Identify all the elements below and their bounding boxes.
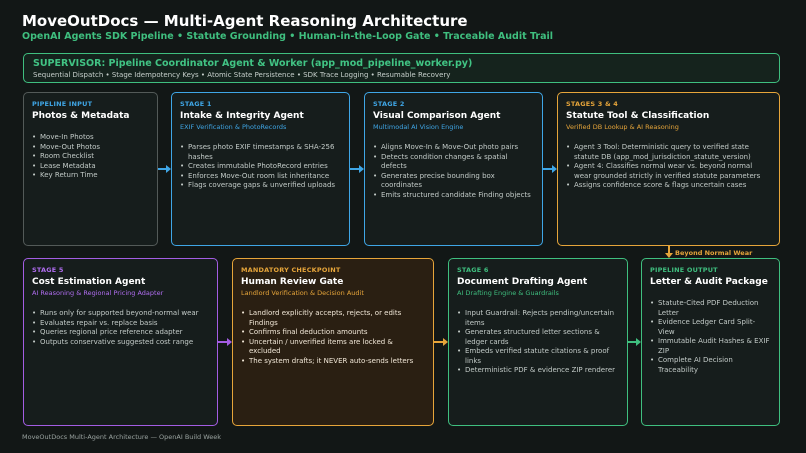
box-item: Runs only for supported beyond-normal we… xyxy=(32,309,209,319)
stage34-statute-box: STAGES 3 & 4 Statute Tool & Classificati… xyxy=(557,92,780,246)
supervisor-panel: SUPERVISOR: Pipeline Coordinator Agent &… xyxy=(23,53,780,83)
arrow-review-to-stage6 xyxy=(434,338,448,346)
box-stage-label: STAGE 6 xyxy=(457,266,489,274)
box-item: Move-Out Photos xyxy=(32,143,149,153)
arrow-stage5-to-review xyxy=(218,338,232,346)
box-item: Landlord explicitly accepts, rejects, or… xyxy=(241,309,425,328)
footer-caption: MoveOutDocs Multi-Agent Architecture — O… xyxy=(22,433,222,441)
box-item: Outputs conservative suggested cost rang… xyxy=(32,338,209,348)
box-item-list: Move-In PhotosMove-Out PhotosRoom Checkl… xyxy=(32,133,149,181)
box-item: Creates immutable PhotoRecord entries xyxy=(180,162,341,172)
box-stage-label: PIPELINE INPUT xyxy=(32,100,93,108)
box-title: Intake & Integrity Agent xyxy=(180,111,304,121)
box-title: Human Review Gate xyxy=(241,277,344,287)
box-item: Statute-Cited PDF Deduction Letter xyxy=(650,299,771,318)
box-item: Room Checklist xyxy=(32,152,149,162)
box-subtitle: EXIF Verification & PhotoRecords xyxy=(180,123,287,131)
stage6-drafting-box: STAGE 6 Document Drafting Agent AI Draft… xyxy=(448,258,628,426)
box-subtitle: Landlord Verification & Decision Audit xyxy=(241,289,364,297)
box-item-list: Aligns Move-In & Move-Out photo pairsDet… xyxy=(373,143,534,200)
box-item: Generates precise bounding box coordinat… xyxy=(373,172,534,191)
arrow-stage2-to-stage34 xyxy=(543,165,557,173)
arrow-stage34-to-output-row xyxy=(665,246,673,258)
box-subtitle: Multimodal AI Vision Engine xyxy=(373,123,464,131)
box-item-list: Agent 3 Tool: Deterministic query to ver… xyxy=(566,143,771,191)
box-stage-label: STAGE 2 xyxy=(373,100,405,108)
box-title: Document Drafting Agent xyxy=(457,277,588,287)
box-item: Move-In Photos xyxy=(32,133,149,143)
box-item: Input Guardrail: Rejects pending/uncerta… xyxy=(457,309,619,328)
box-title: Photos & Metadata xyxy=(32,111,130,121)
human-review-gate-box: MANDATORY CHECKPOINT Human Review Gate L… xyxy=(232,258,434,426)
box-item: Evaluates repair vs. replace basis xyxy=(32,319,209,329)
box-item: Enforces Move-Out room list inheritance xyxy=(180,172,341,182)
supervisor-subtitle: Sequential Dispatch • Stage Idempotency … xyxy=(33,71,451,79)
pipeline-output-box: PIPELINE OUTPUT Letter & Audit Package S… xyxy=(641,258,780,426)
box-stage-label: PIPELINE OUTPUT xyxy=(650,266,718,274)
box-item: Agent 4: Classifies normal wear vs. beyo… xyxy=(566,162,771,181)
box-title: Letter & Audit Package xyxy=(650,277,768,287)
box-item-list: Landlord explicitly accepts, rejects, or… xyxy=(241,309,425,366)
box-stage-label: STAGE 1 xyxy=(180,100,212,108)
box-item: Flags coverage gaps & unverified uploads xyxy=(180,181,341,191)
box-title: Statute Tool & Classification xyxy=(566,111,710,121)
arrow-input-to-stage1 xyxy=(158,165,171,173)
box-item: Evidence Ledger Card Split-View xyxy=(650,318,771,337)
box-item-list: Runs only for supported beyond-normal we… xyxy=(32,309,209,347)
box-stage-label: STAGE 5 xyxy=(32,266,64,274)
connector-label: Beyond Normal Wear xyxy=(675,249,753,257)
box-item: Lease Metadata xyxy=(32,162,149,172)
box-item: Agent 3 Tool: Deterministic query to ver… xyxy=(566,143,771,162)
box-subtitle: AI Reasoning & Regional Pricing Adapter xyxy=(32,289,164,297)
box-item: Queries regional price reference adapter xyxy=(32,328,209,338)
box-item: The system drafts; it NEVER auto-sends l… xyxy=(241,357,425,367)
box-item: Aligns Move-In & Move-Out photo pairs xyxy=(373,143,534,153)
box-item-list: Input Guardrail: Rejects pending/uncerta… xyxy=(457,309,619,376)
box-title: Cost Estimation Agent xyxy=(32,277,146,287)
page-subtitle: OpenAI Agents SDK Pipeline • Statute Gro… xyxy=(22,31,554,42)
box-item: Embeds verified statute citations & proo… xyxy=(457,347,619,366)
box-item: Immutable Audit Hashes & EXIF ZIP xyxy=(650,337,771,356)
box-item-list: Parses photo EXIF timestamps & SHA-256 h… xyxy=(180,143,341,191)
box-item: Generates structured letter sections & l… xyxy=(457,328,619,347)
box-item: Assigns confidence score & flags uncerta… xyxy=(566,181,771,191)
box-stage-label: STAGES 3 & 4 xyxy=(566,100,619,108)
arrow-stage1-to-stage2 xyxy=(350,165,364,173)
box-subtitle: AI Drafting Engine & Guardrails xyxy=(457,289,559,297)
box-item: Detects condition changes & spatial defe… xyxy=(373,153,534,172)
stage2-visual-box: STAGE 2 Visual Comparison Agent Multimod… xyxy=(364,92,543,246)
box-subtitle: Verified DB Lookup & AI Reasoning xyxy=(566,123,679,131)
box-item: Emits structured candidate Finding objec… xyxy=(373,191,534,201)
page-title: MoveOutDocs — Multi-Agent Reasoning Arch… xyxy=(22,12,468,30)
arrow-stage6-to-output xyxy=(628,338,641,346)
stage5-cost-box: STAGE 5 Cost Estimation Agent AI Reasoni… xyxy=(23,258,218,426)
supervisor-title: SUPERVISOR: Pipeline Coordinator Agent &… xyxy=(33,58,473,69)
box-item: Deterministic PDF & evidence ZIP rendere… xyxy=(457,366,619,376)
box-title: Visual Comparison Agent xyxy=(373,111,501,121)
box-item: Confirms final deduction amounts xyxy=(241,328,425,338)
box-item: Complete AI Decision Traceability xyxy=(650,356,771,375)
box-stage-label: MANDATORY CHECKPOINT xyxy=(241,266,341,274)
box-item: Key Return Time xyxy=(32,171,149,181)
box-item: Uncertain / unverified items are locked … xyxy=(241,338,425,357)
stage1-intake-box: STAGE 1 Intake & Integrity Agent EXIF Ve… xyxy=(171,92,350,246)
box-item-list: Statute-Cited PDF Deduction LetterEviden… xyxy=(650,299,771,375)
pipeline-input-box: PIPELINE INPUT Photos & Metadata Move-In… xyxy=(23,92,158,246)
box-item: Parses photo EXIF timestamps & SHA-256 h… xyxy=(180,143,341,162)
